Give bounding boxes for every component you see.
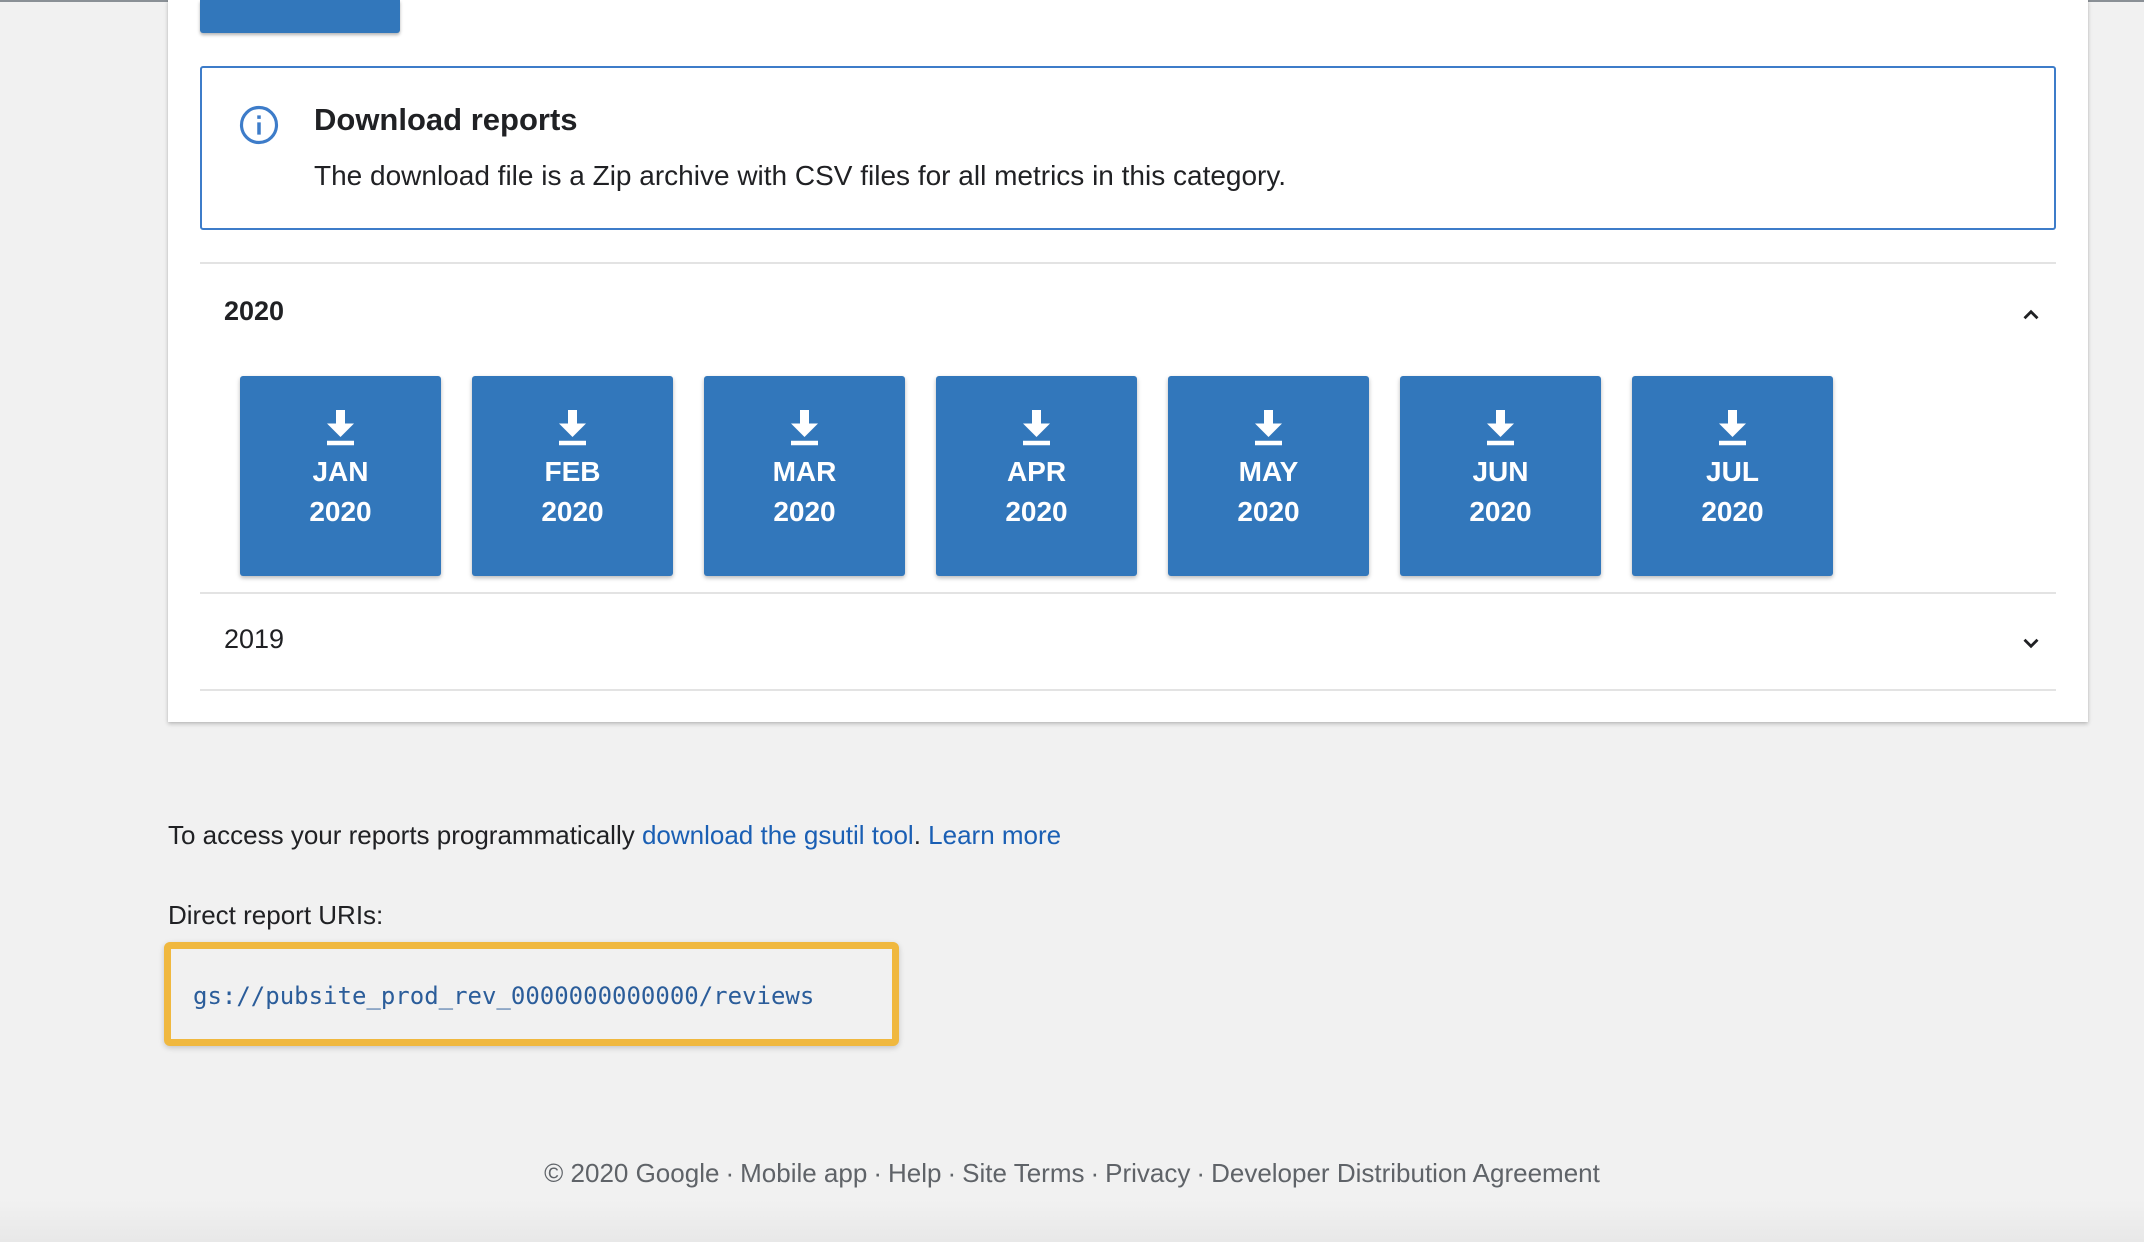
divider — [200, 592, 2056, 594]
year-section-2020[interactable]: 2020 — [200, 266, 2056, 362]
month-year-label: 2020 — [1237, 496, 1300, 527]
footer-link-site-terms[interactable]: Site Terms — [962, 1158, 1084, 1188]
month-year-label: 2020 — [309, 496, 372, 527]
download-icon — [327, 410, 354, 446]
download-icon — [559, 410, 586, 446]
month-label: FEB — [544, 456, 601, 487]
learn-more-link[interactable]: Learn more — [928, 820, 1061, 850]
year-label: 2020 — [224, 296, 285, 326]
footer-link-dda[interactable]: Developer Distribution Agreement — [1211, 1158, 1600, 1188]
footer-separator: · — [947, 1158, 957, 1188]
info-icon — [239, 105, 279, 145]
footer-link-privacy[interactable]: Privacy — [1105, 1158, 1190, 1188]
programmatic-access-text: To access your reports programmatically … — [168, 820, 1061, 851]
month-year-label: 2020 — [773, 496, 836, 527]
footer-link-help[interactable]: Help — [888, 1158, 941, 1188]
divider — [200, 262, 2056, 264]
footer-separator: · — [1196, 1158, 1206, 1188]
access-prefix: To access your reports programmatically — [168, 820, 642, 850]
uri-highlight-box: gs://pubsite_prod_rev_0000000000000/revi… — [164, 942, 899, 1046]
info-text: The download file is a Zip archive with … — [314, 160, 1287, 191]
download-icon — [1487, 410, 1514, 446]
gsutil-download-link[interactable]: download the gsutil tool — [642, 820, 914, 850]
divider — [200, 689, 2056, 691]
month-year-label: 2020 — [1701, 496, 1764, 527]
download-button-jan-2020[interactable]: JAN 2020 — [240, 376, 441, 576]
download-button-may-2020[interactable]: MAY 2020 — [1168, 376, 1369, 576]
month-label: JAN — [312, 456, 369, 487]
year-section-2019[interactable]: 2019 — [200, 596, 2056, 692]
month-year-label: 2020 — [1469, 496, 1532, 527]
download-button-feb-2020[interactable]: FEB 2020 — [472, 376, 673, 576]
month-year-label: 2020 — [541, 496, 604, 527]
footer-separator: · — [725, 1158, 735, 1188]
month-year-label: 2020 — [1005, 496, 1068, 527]
footer-shade — [0, 1200, 2144, 1242]
report-uri[interactable]: gs://pubsite_prod_rev_0000000000000/revi… — [193, 982, 814, 1010]
footer-separator: · — [873, 1158, 882, 1188]
chevron-up-icon[interactable] — [2018, 302, 2044, 328]
primary-action-button[interactable] — [200, 0, 400, 33]
footer-link-mobile-app[interactable]: Mobile app — [740, 1158, 867, 1188]
month-label: MAY — [1238, 456, 1299, 487]
footer-copyright: © 2020 Google — [544, 1158, 720, 1188]
chevron-down-icon[interactable] — [2018, 630, 2044, 656]
month-label: MAR — [772, 456, 837, 487]
download-button-mar-2020[interactable]: MAR 2020 — [704, 376, 905, 576]
download-icon — [1719, 410, 1746, 446]
year-label: 2019 — [224, 624, 285, 654]
footer: © 2020 Google · Mobile app · Help · Site Terms… — [0, 1158, 2144, 1189]
download-button-jun-2020[interactable]: JUN 2020 — [1400, 376, 1601, 576]
download-button-apr-2020[interactable]: APR 2020 — [936, 376, 1137, 576]
reports-card: Download reports The download file is a … — [168, 0, 2088, 722]
month-label: JUL — [1706, 456, 1759, 487]
footer-separator: · — [1090, 1158, 1100, 1188]
info-banner: Download reports The download file is a … — [200, 66, 2056, 230]
download-icon — [1023, 410, 1050, 446]
access-separator: . — [913, 820, 929, 850]
download-button-jul-2020[interactable]: JUL 2020 — [1632, 376, 1833, 576]
info-title: Download reports — [314, 102, 578, 137]
download-icon — [791, 410, 818, 446]
month-label: JUN — [1472, 456, 1529, 487]
month-label: APR — [1006, 456, 1067, 487]
download-icon — [1255, 410, 1282, 446]
direct-uris-label: Direct report URIs: — [168, 900, 384, 930]
